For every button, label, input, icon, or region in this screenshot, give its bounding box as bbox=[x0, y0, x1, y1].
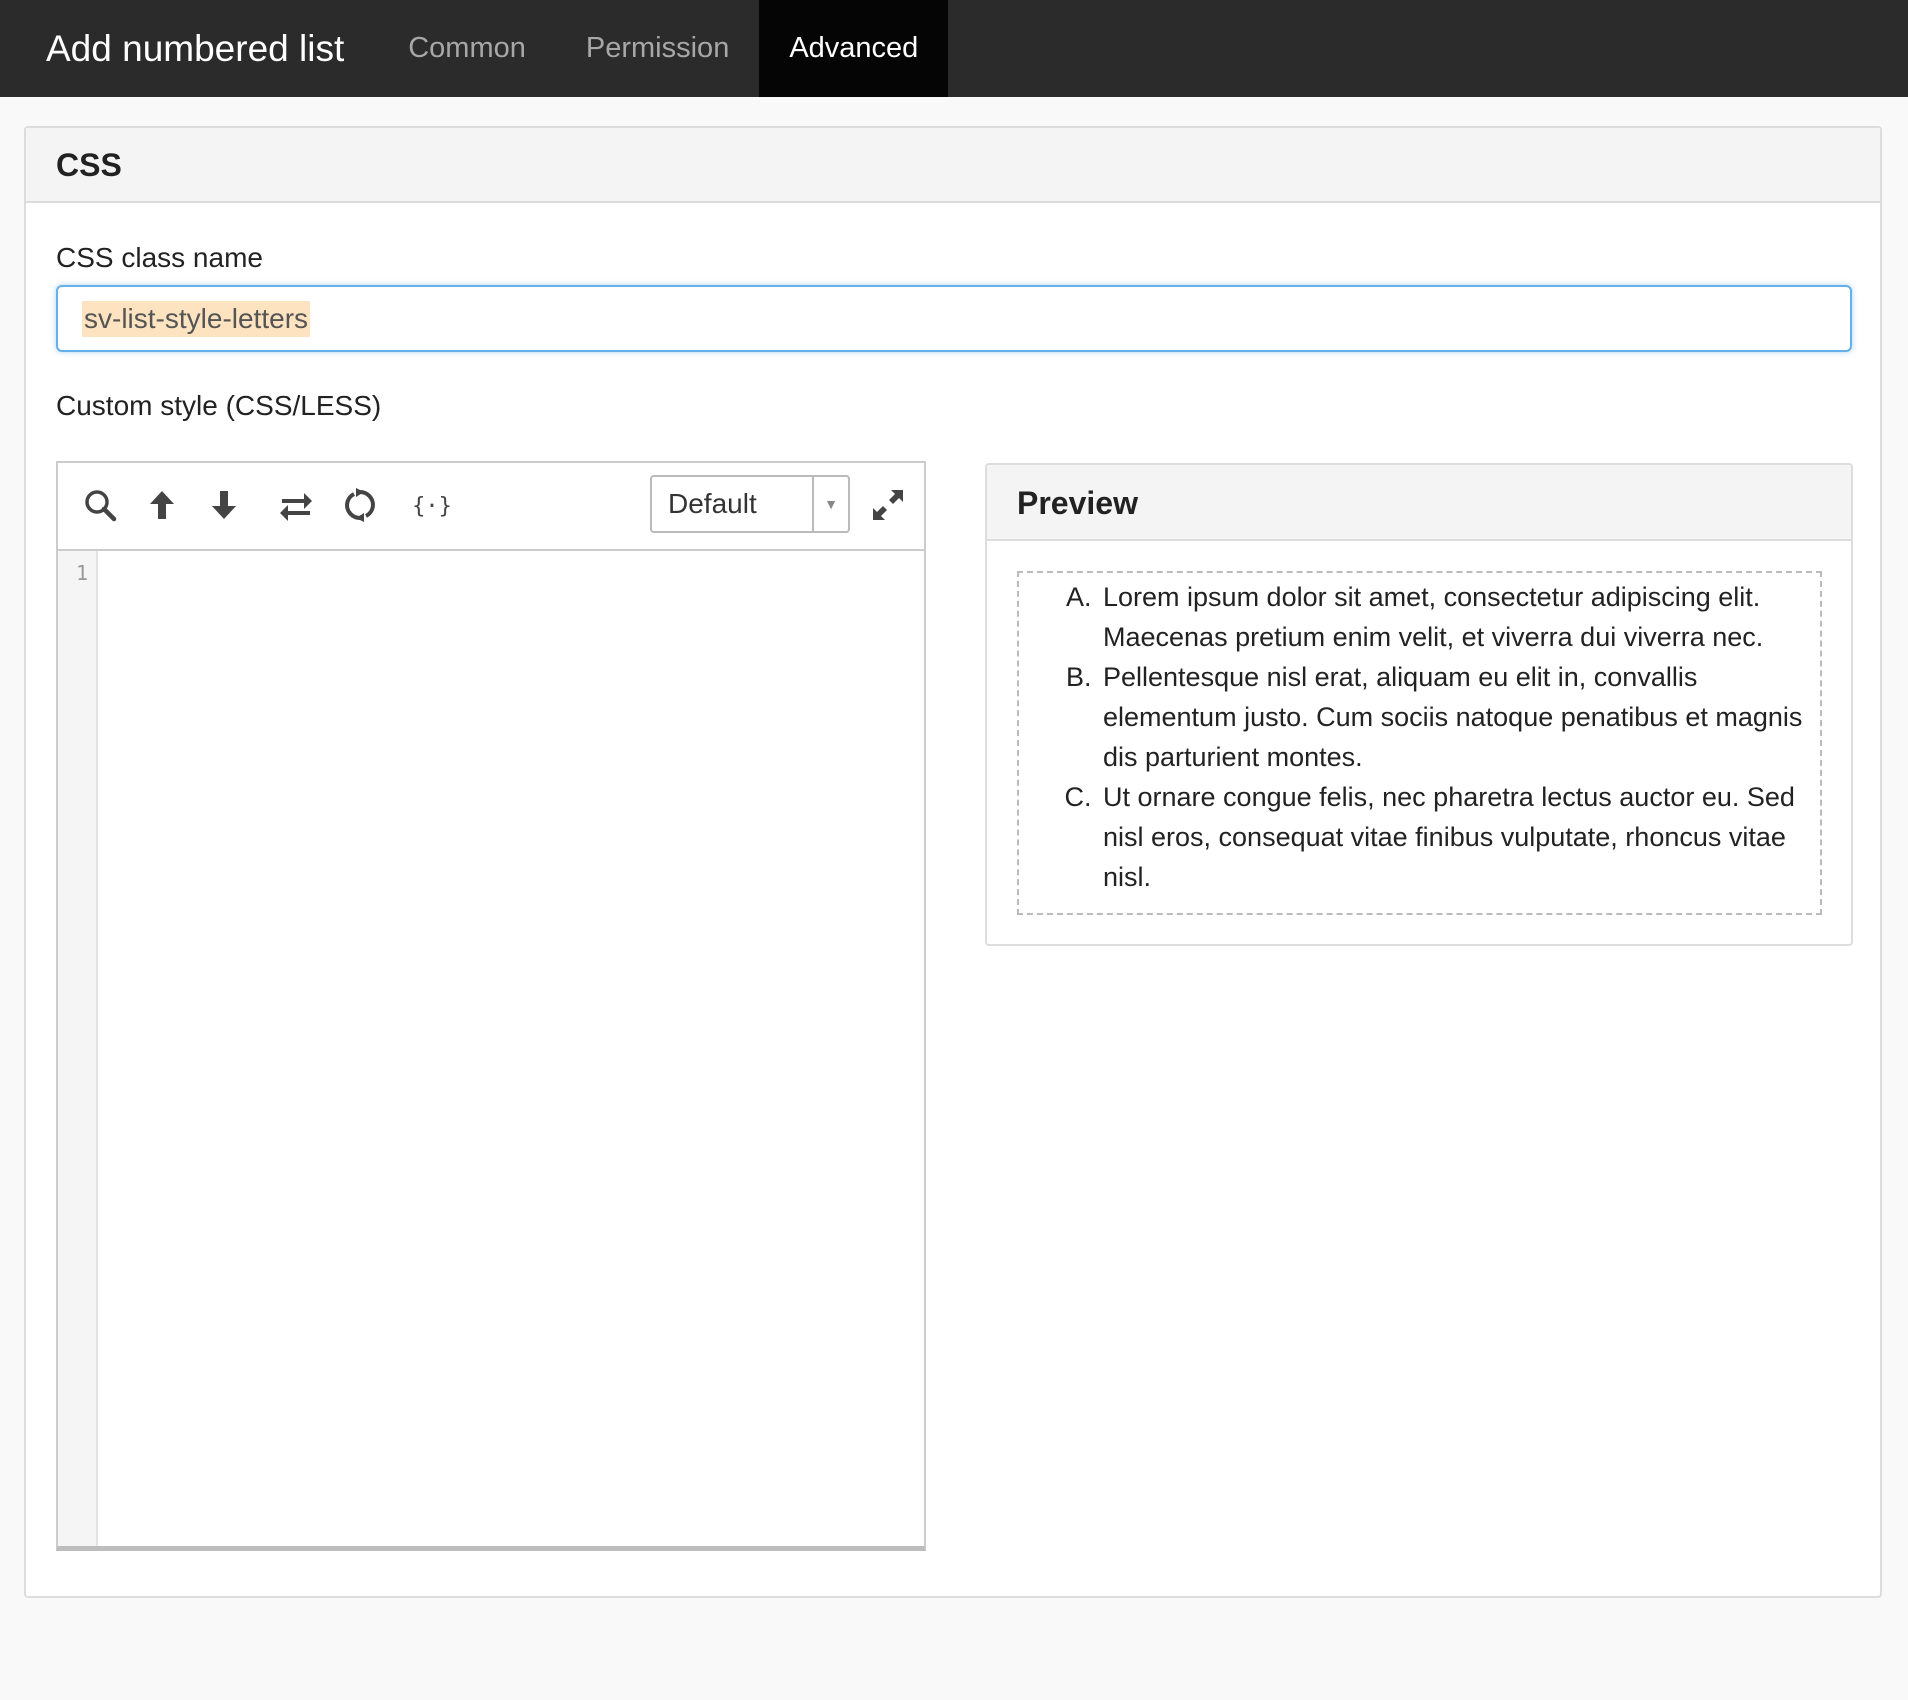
css-class-name-input[interactable]: sv-list-style-letters bbox=[56, 285, 1852, 352]
editor-mode-select[interactable]: Default ▼ bbox=[650, 475, 850, 533]
search-icon[interactable] bbox=[80, 485, 120, 525]
preview-list-item: Lorem ipsum dolor sit amet, consectetur … bbox=[1099, 577, 1808, 657]
arrow-down-icon[interactable] bbox=[204, 485, 244, 525]
dialog-title: Add numbered list bbox=[46, 28, 345, 69]
tab-advanced[interactable]: Advanced bbox=[759, 0, 949, 97]
arrow-up-icon[interactable] bbox=[142, 485, 182, 525]
tab-common[interactable]: Common bbox=[378, 0, 556, 97]
preview-list-item: Ut ornare congue felis, nec pharetra lec… bbox=[1099, 777, 1808, 897]
editor-gutter: 1 bbox=[58, 551, 98, 1546]
editor-mode-label: Default bbox=[668, 488, 757, 519]
css-panel-title: CSS bbox=[56, 147, 122, 183]
expand-icon[interactable] bbox=[868, 485, 908, 525]
css-panel-header: CSS bbox=[26, 128, 1880, 203]
preview-box: Lorem ipsum dolor sit amet, consectetur … bbox=[1017, 571, 1822, 915]
preview-header: Preview bbox=[987, 465, 1851, 541]
swap-icon[interactable] bbox=[276, 485, 316, 525]
editor-toolbar: {·} Default ▼ bbox=[58, 463, 924, 551]
preview-title: Preview bbox=[1017, 485, 1138, 521]
css-class-name-label: CSS class name bbox=[56, 242, 263, 273]
css-panel: CSS CSS class name sv-list-style-letters… bbox=[24, 126, 1882, 1598]
preview-panel: Preview Lorem ipsum dolor sit amet, cons… bbox=[985, 463, 1853, 946]
braces-icon[interactable]: {·} bbox=[412, 485, 452, 525]
refresh-icon[interactable] bbox=[340, 485, 380, 525]
tab-permission[interactable]: Permission bbox=[556, 0, 759, 97]
chevron-down-icon: ▼ bbox=[812, 477, 848, 531]
custom-style-label: Custom style (CSS/LESS) bbox=[56, 390, 382, 421]
css-code-editor[interactable]: {·} Default ▼ 1 bbox=[56, 461, 926, 1551]
line-number: 1 bbox=[75, 561, 88, 585]
top-bar: Add numbered list Common Permission Adva… bbox=[0, 0, 1908, 97]
css-class-name-value: sv-list-style-letters bbox=[82, 300, 311, 337]
svg-text:{·}: {·} bbox=[414, 494, 450, 519]
preview-list: Lorem ipsum dolor sit amet, consectetur … bbox=[1019, 577, 1808, 897]
preview-list-item: Pellentesque nisl erat, aliquam eu elit … bbox=[1099, 657, 1808, 777]
